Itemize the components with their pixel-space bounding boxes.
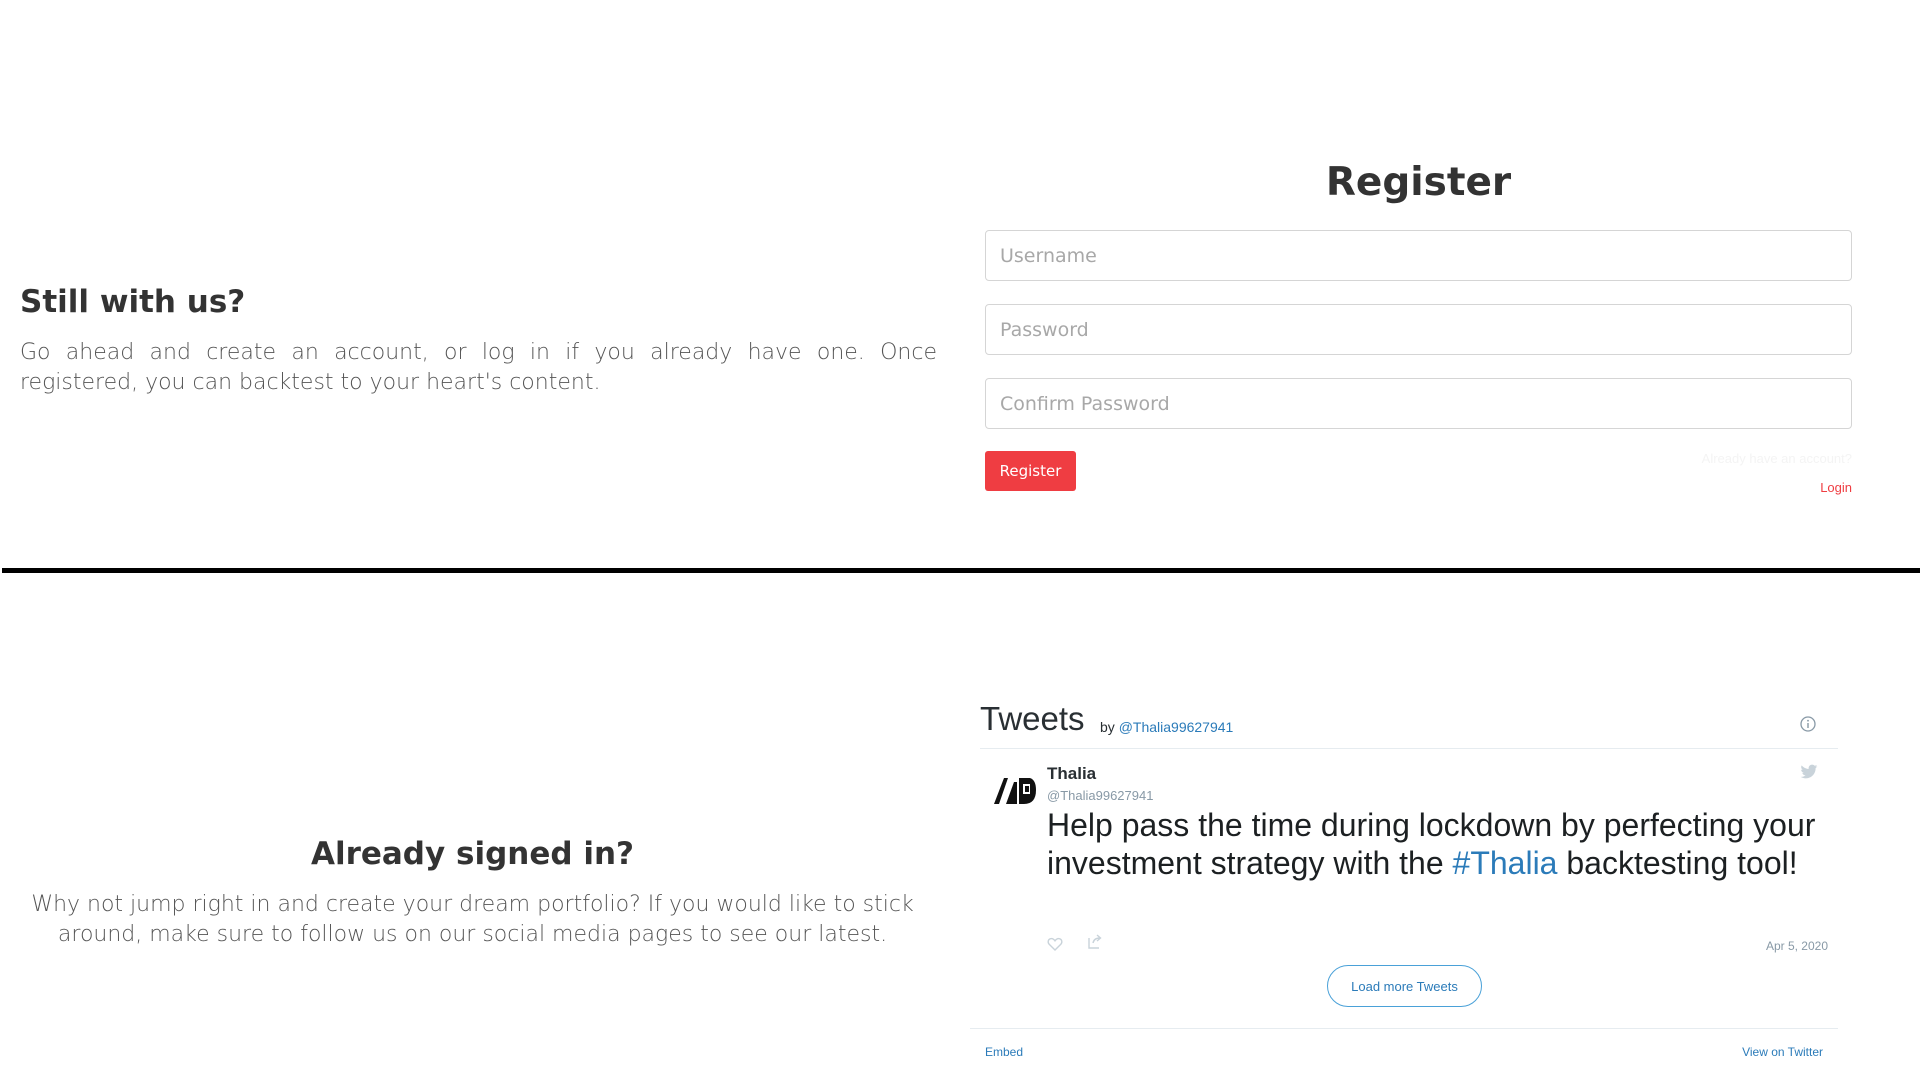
tweet-text-after: backtesting tool!	[1557, 845, 1798, 881]
confirm-password-input[interactable]	[985, 378, 1852, 429]
register-form: Register Register Already have an accoun…	[985, 160, 1852, 511]
intro-section: Still with us? Go ahead and create an ac…	[20, 284, 937, 398]
login-link[interactable]: Login	[1820, 480, 1852, 495]
section-divider	[2, 568, 1920, 573]
tweet-hashtag-link[interactable]: #Thalia	[1453, 845, 1558, 881]
password-input[interactable]	[985, 304, 1852, 355]
signed-in-title: Already signed in?	[310, 836, 635, 872]
info-icon[interactable]	[1800, 716, 1816, 732]
twitter-title: Tweets	[980, 700, 1085, 737]
heart-icon[interactable]	[1047, 936, 1063, 952]
twitter-bird-icon[interactable]	[1800, 764, 1818, 780]
twitter-by-line: by @Thalia99627941	[1100, 719, 1233, 735]
intro-title: Still with us?	[20, 284, 246, 320]
embed-link[interactable]: Embed	[985, 1045, 1023, 1059]
register-button[interactable]: Register	[985, 451, 1076, 491]
twitter-footer: Embed View on Twitter	[970, 1028, 1838, 1079]
tweet-author-handle[interactable]: @Thalia99627941	[1047, 788, 1153, 803]
username-input[interactable]	[985, 230, 1852, 281]
twitter-by-label: by	[1100, 719, 1115, 735]
twitter-by-handle-link[interactable]: @Thalia99627941	[1119, 719, 1234, 735]
intro-text: Go ahead and create an account, or log i…	[20, 340, 937, 395]
tweet-card[interactable]: Thalia @Thalia99627941 Help pass the tim…	[980, 762, 1838, 962]
tweet-author-name[interactable]: Thalia	[1047, 764, 1096, 784]
avatar[interactable]	[992, 770, 1038, 810]
signed-in-section: Already signed in? Why not jump right in…	[20, 836, 925, 950]
signed-in-text: Why not jump right in and create your dr…	[31, 892, 914, 947]
register-heading: Register	[1325, 160, 1512, 205]
register-form-footer: Register Already have an account? Login	[985, 451, 1852, 511]
already-have-account-text: Already have an account?	[1701, 451, 1852, 466]
twitter-timeline: Tweets by @Thalia99627941 Thalia @Thalia…	[970, 700, 1838, 1080]
tweet-date[interactable]: Apr 5, 2020	[1766, 939, 1828, 953]
tweet-text: Help pass the time during lockdown by pe…	[1047, 806, 1837, 882]
share-icon[interactable]	[1087, 934, 1103, 950]
twitter-header: Tweets by @Thalia99627941	[980, 700, 1838, 749]
load-more-tweets-button[interactable]: Load more Tweets	[1327, 965, 1482, 1007]
view-on-twitter-link[interactable]: View on Twitter	[1742, 1045, 1823, 1059]
